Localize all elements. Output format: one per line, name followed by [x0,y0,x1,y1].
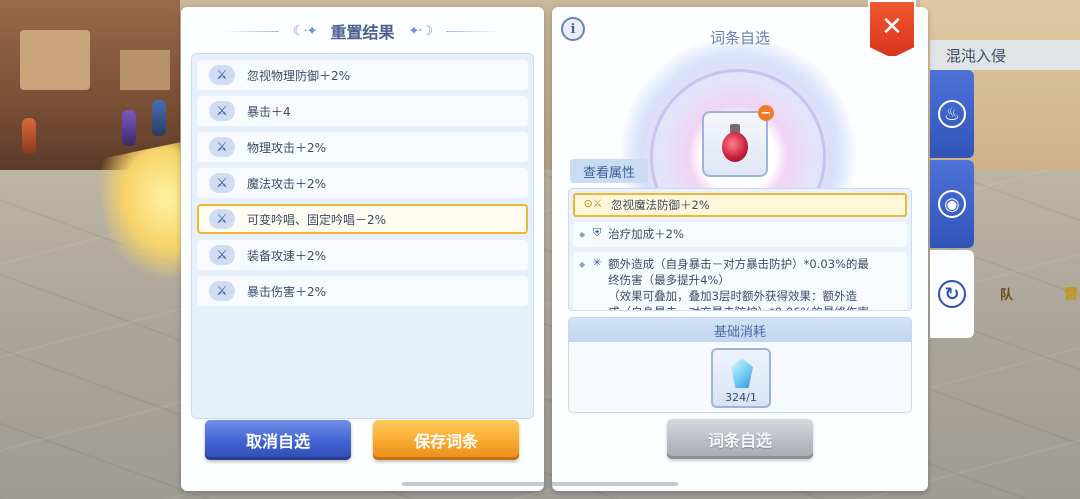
material-slot[interactable]: 324/1 [711,348,771,408]
bullet-icon: ◆ [579,230,586,239]
moon-ornament-icon: ☾·✦ [292,23,318,39]
attribute-row[interactable]: ⚔ 暴击伤害＋2% [197,276,528,306]
header-divider [446,30,502,32]
potion-tab-icon: ♨ [938,100,966,128]
background-character [122,110,136,146]
side-tab-potion[interactable]: ♨ [930,70,974,158]
panel-title: 重置结果 [330,23,395,42]
attribute-text: 忽视物理防御＋2% [247,68,351,83]
weapon-icon: ⚔ [209,173,235,193]
header-divider [223,30,279,32]
attribute-row[interactable]: ⚔ 魔法攻击＋2% [197,168,528,198]
effect-text: 额外造成（自身暴击－对方暴击防护）*0.03%的最 终伤害（最多提升4%） （效… [608,257,869,310]
attribute-list: ⚔ 忽视物理防御＋2% ⚔ 暴击＋4 ⚔ 物理攻击＋2% ⚔ 魔法攻击＋2% ⚔ 可变吟唱、固定吟… [191,53,534,419]
attribute-text: 物理攻击＋2% [247,140,327,155]
effect-text: 治疗加成＋2% [608,227,684,241]
bullet-icon: ◆ [579,260,586,269]
background-team-text: 队 [1000,288,1014,303]
sparkle-icon: ✳ [592,256,602,269]
background-character [22,118,36,154]
attribute-text: 暴击伤害＋2% [247,284,327,299]
attribute-row[interactable]: ⚔ 忽视物理防御＋2% [197,60,528,90]
side-tab-orb[interactable]: ◉ [930,160,974,248]
material-count: 324/1 [725,391,757,404]
weapon-icon: ⚔ [209,101,235,121]
equipment-slot[interactable] [702,111,768,177]
effect-row[interactable]: ◆ ⛨ 治疗加成＋2% [573,222,907,247]
weapon-icon: ⚔ [209,137,235,157]
reset-result-panel: ☾·✦ 重置结果 ✦·☽ ⚔ 忽视物理防御＋2% ⚔ 暴击＋4 ⚔ 物理攻击＋2% ⚔ 魔法攻… [181,7,544,491]
weapon-icon: ⚔ [209,245,235,265]
moon-ornament-icon: ✦·☽ [408,23,434,39]
crystal-material-icon [731,358,753,388]
save-attributes-button[interactable]: 保存词条 [373,420,519,460]
weapon-icon: ⚔ [209,209,235,229]
effect-row[interactable]: ⊙⚔ 忽视魔法防御＋2% [573,193,907,217]
potion-item-icon [720,124,750,164]
attribute-row[interactable]: ⚔ 可变吟唱、固定吟唱－2% [197,204,528,234]
effect-row[interactable]: ◆ ✳ 额外造成（自身暴击－对方暴击防护）*0.03%的最 终伤害（最多提升4%） … [573,252,907,310]
chaos-invasion-label[interactable]: 混沌入侵 [930,40,1080,70]
weapon-icon: ⚔ [209,65,235,85]
side-tab-cycle[interactable]: ↻ [930,250,974,338]
effect-text: 忽视魔法防御＋2% [611,198,710,212]
orb-tab-icon: ◉ [938,190,966,218]
attribute-row[interactable]: ⚔ 暴击＋4 [197,96,528,126]
view-attributes-tab[interactable]: 查看属性 [570,159,648,183]
shield-icon: ⛨ [593,226,602,239]
background-character [152,100,166,136]
attribute-select-panel: i 词条自选 − 查看属性 ⊙⚔ 忽视魔法防御＋2% ◆ ⛨ 治疗加成＋2% ◆ ✳ 额外造成… [552,7,928,491]
effect-list[interactable]: ⊙⚔ 忽视魔法防御＋2% ◆ ⛨ 治疗加成＋2% ◆ ✳ 额外造成（自身暴击－对方暴击防护）*… [568,188,912,311]
scroll-indicator[interactable] [402,482,678,486]
cancel-selection-button[interactable]: 取消自选 [205,420,351,460]
base-cost-box: 基础消耗 324/1 [568,317,912,413]
panel-header: ☾·✦ 重置结果 ✦·☽ [181,19,544,43]
attribute-text: 魔法攻击＋2% [247,176,327,191]
attribute-text: 可变吟唱、固定吟唱－2% [247,212,387,227]
base-cost-title: 基础消耗 [569,318,911,342]
weapon-icon: ⚔ [209,281,235,301]
lock-gold-icon: ⊙⚔ [583,197,603,210]
background-edge-text: 雷 [1064,287,1078,303]
attribute-text: 暴击＋4 [247,104,291,119]
attribute-row[interactable]: ⚔ 装备攻速＋2% [197,240,528,270]
attribute-row[interactable]: ⚔ 物理攻击＋2% [197,132,528,162]
close-icon: ✕ [881,12,903,42]
remove-item-icon[interactable]: − [758,105,774,121]
choose-attribute-button[interactable]: 词条自选 [667,419,813,459]
attribute-text: 装备攻速＋2% [247,248,327,263]
cycle-tab-icon: ↻ [938,280,966,308]
close-button[interactable]: ✕ [868,0,916,58]
